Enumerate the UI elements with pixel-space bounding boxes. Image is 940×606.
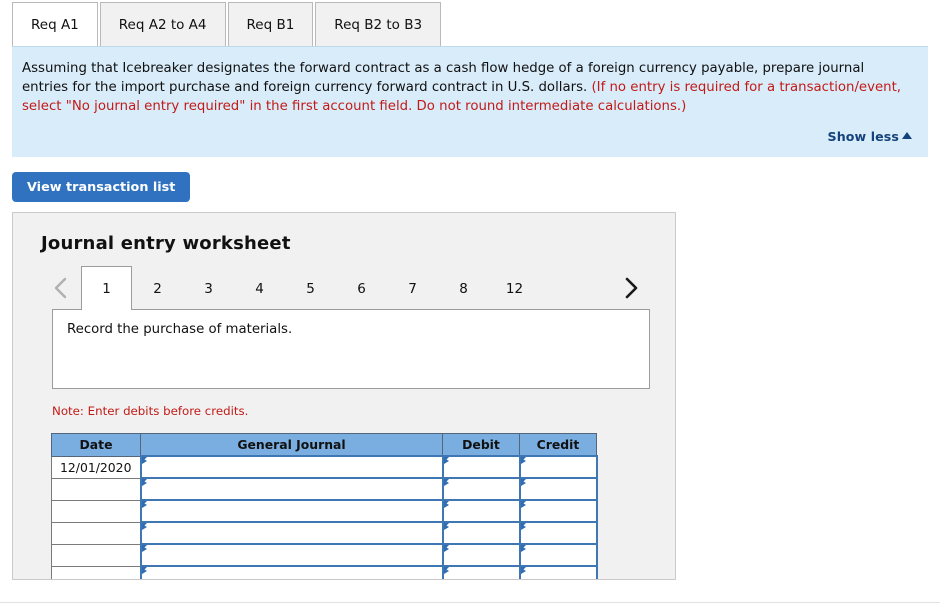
tab-req-a2-to-a4[interactable]: Req A2 to A4 [99, 2, 226, 46]
table-row [51, 499, 598, 523]
column-header-date: Date [51, 433, 141, 457]
cell-credit[interactable] [518, 521, 598, 545]
show-less-link[interactable]: Show less [828, 129, 899, 144]
page-tab-5-label: 5 [306, 280, 315, 297]
caret-up-icon [902, 132, 912, 139]
cell-debit[interactable] [441, 521, 521, 545]
pager-prev-arrow-icon[interactable] [41, 266, 81, 310]
cell-debit[interactable] [441, 565, 521, 579]
tab-req-a2-to-a4-label: Req A2 to A4 [118, 16, 207, 33]
page-tab-2-label: 2 [153, 280, 162, 297]
table-row [51, 477, 598, 501]
page-tab-3[interactable]: 3 [183, 266, 234, 310]
tab-req-a1[interactable]: Req A1 [12, 2, 98, 46]
journal-table-head: Date General Journal Debit Credit [51, 433, 597, 457]
table-row [51, 521, 598, 545]
instructions-panel: Assuming that Icebreaker designates the … [12, 46, 928, 157]
cell-general-journal[interactable] [139, 455, 444, 479]
cell-debit[interactable] [441, 477, 521, 501]
table-row: 12/01/2020 [51, 455, 598, 479]
cell-credit[interactable] [518, 477, 598, 501]
page-tab-12[interactable]: 12 [489, 266, 540, 310]
page-tab-6[interactable]: 6 [336, 266, 387, 310]
column-header-credit: Credit [519, 433, 597, 457]
cell-date[interactable] [51, 565, 141, 579]
requirement-tabs: Req A1 Req A2 to A4 Req B1 Req B2 to B3 [0, 0, 940, 46]
cell-general-journal[interactable] [139, 543, 444, 567]
worksheet-prompt-text: Record the purchase of materials. [67, 322, 293, 337]
show-less-row[interactable]: Show less [828, 129, 912, 144]
cell-debit[interactable] [441, 499, 521, 523]
column-header-debit: Debit [442, 433, 520, 457]
cell-date[interactable] [51, 499, 141, 523]
page-tab-4[interactable]: 4 [234, 266, 285, 310]
table-row [51, 565, 598, 579]
pager-next-arrow-icon[interactable] [611, 266, 651, 310]
tab-req-b1[interactable]: Req B1 [227, 2, 314, 46]
cell-debit[interactable] [441, 543, 521, 567]
page-tab-3-label: 3 [204, 280, 213, 297]
page-tab-4-label: 4 [255, 280, 264, 297]
worksheet-prompt-box: Record the purchase of materials. [52, 309, 650, 389]
instructions-text: Assuming that Icebreaker designates the … [22, 59, 914, 116]
cell-general-journal[interactable] [139, 499, 444, 523]
journal-table-header-row: Date General Journal Debit Credit [51, 433, 597, 457]
tab-req-b2-to-b3-label: Req B2 to B3 [334, 16, 423, 33]
tab-req-b2-to-b3[interactable]: Req B2 to B3 [315, 2, 442, 46]
tab-req-a1-label: Req A1 [31, 16, 79, 33]
cell-credit[interactable] [518, 565, 598, 579]
page-tab-2[interactable]: 2 [132, 266, 183, 310]
page-tab-1-label: 1 [102, 280, 111, 297]
cell-credit[interactable] [518, 455, 598, 479]
page-tab-1[interactable]: 1 [81, 266, 132, 310]
cell-general-journal[interactable] [139, 521, 444, 545]
page-tab-5[interactable]: 5 [285, 266, 336, 310]
page-tab-8[interactable]: 8 [438, 266, 489, 310]
page-tab-12-label: 12 [505, 280, 524, 297]
cell-credit[interactable] [518, 543, 598, 567]
column-header-general-journal: General Journal [140, 433, 443, 457]
journal-entry-worksheet-panel: Journal entry worksheet 1 2 3 4 5 6 7 8 … [12, 212, 676, 580]
journal-table-body: 12/01/2020 [51, 455, 598, 579]
page-tab-8-label: 8 [459, 280, 468, 297]
page-bottom-divider [0, 602, 940, 603]
cell-date[interactable] [51, 477, 141, 501]
debits-before-credits-note: Note: Enter debits before credits. [52, 404, 249, 418]
journal-entry-table: Date General Journal Debit Credit 12/01/… [51, 433, 598, 579]
page-tab-7[interactable]: 7 [387, 266, 438, 310]
cell-general-journal[interactable] [139, 477, 444, 501]
page-tab-6-label: 6 [357, 280, 366, 297]
worksheet-pager: 1 2 3 4 5 6 7 8 12 [41, 266, 651, 310]
tab-req-b1-label: Req B1 [246, 16, 295, 33]
cell-debit[interactable] [441, 455, 521, 479]
cell-credit[interactable] [518, 499, 598, 523]
cell-general-journal[interactable] [139, 565, 444, 579]
view-transaction-list-button[interactable]: View transaction list [12, 172, 191, 202]
table-row [51, 543, 598, 567]
cell-date[interactable] [51, 521, 141, 545]
page-tab-7-label: 7 [408, 280, 417, 297]
cell-date[interactable] [51, 543, 141, 567]
cell-date[interactable]: 12/01/2020 [51, 455, 141, 479]
worksheet-title: Journal entry worksheet [41, 233, 291, 254]
